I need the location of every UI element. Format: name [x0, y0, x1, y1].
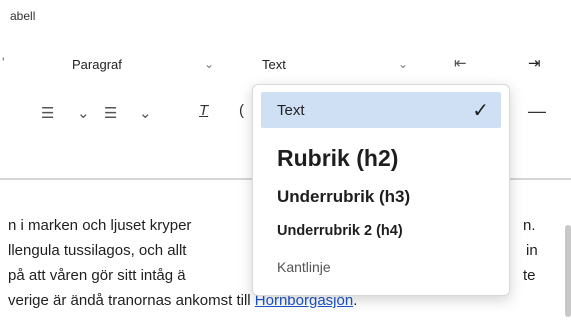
- menu-item-text[interactable]: Text ✓: [261, 92, 501, 128]
- menu-item-subheading-h3[interactable]: Underrubrik (h3): [261, 180, 501, 214]
- chevron-down-icon: ⌄: [397, 57, 408, 71]
- chevron-down-icon: ⌄: [203, 57, 214, 71]
- checkmark-icon: ✓: [472, 99, 489, 122]
- horizontal-rule-icon[interactable]: —: [528, 101, 546, 122]
- bullet-list-icon[interactable]: ☰: [104, 104, 117, 122]
- content-line-1-right: n.: [523, 217, 536, 234]
- menu-item-border[interactable]: Kantlinje: [261, 250, 501, 284]
- indent-icon[interactable]: ⇥: [528, 54, 541, 72]
- menu-item-subheading2-h4[interactable]: Underrubrik 2 (h4): [261, 214, 501, 248]
- outdent-icon[interactable]: ⇤: [454, 54, 467, 72]
- content-line-3-right: te: [523, 267, 536, 284]
- content-line-2-right: in: [526, 242, 538, 259]
- window-title-fragment: abell: [10, 9, 36, 23]
- clear-format-icon[interactable]: T: [199, 102, 208, 119]
- text-style-value: Text: [262, 56, 286, 72]
- paragraph-format-value: Paragraf: [72, 56, 122, 72]
- chevron-down-icon[interactable]: ⌄: [139, 104, 152, 122]
- partial-icon[interactable]: (: [239, 102, 244, 119]
- chevron-down-icon[interactable]: ⌄: [77, 104, 90, 122]
- text-style-menu: Text ✓ Rubrik (h2) Underrubrik (h3) Unde…: [252, 84, 510, 296]
- text-style-select[interactable]: Text ⌄: [262, 50, 408, 78]
- numbered-list-icon[interactable]: ☰: [41, 104, 54, 122]
- menu-item-heading-h2[interactable]: Rubrik (h2): [261, 137, 501, 179]
- scrollbar[interactable]: [565, 225, 571, 317]
- tick-icon: ': [2, 54, 5, 70]
- paragraph-format-select[interactable]: Paragraf ⌄: [72, 50, 214, 78]
